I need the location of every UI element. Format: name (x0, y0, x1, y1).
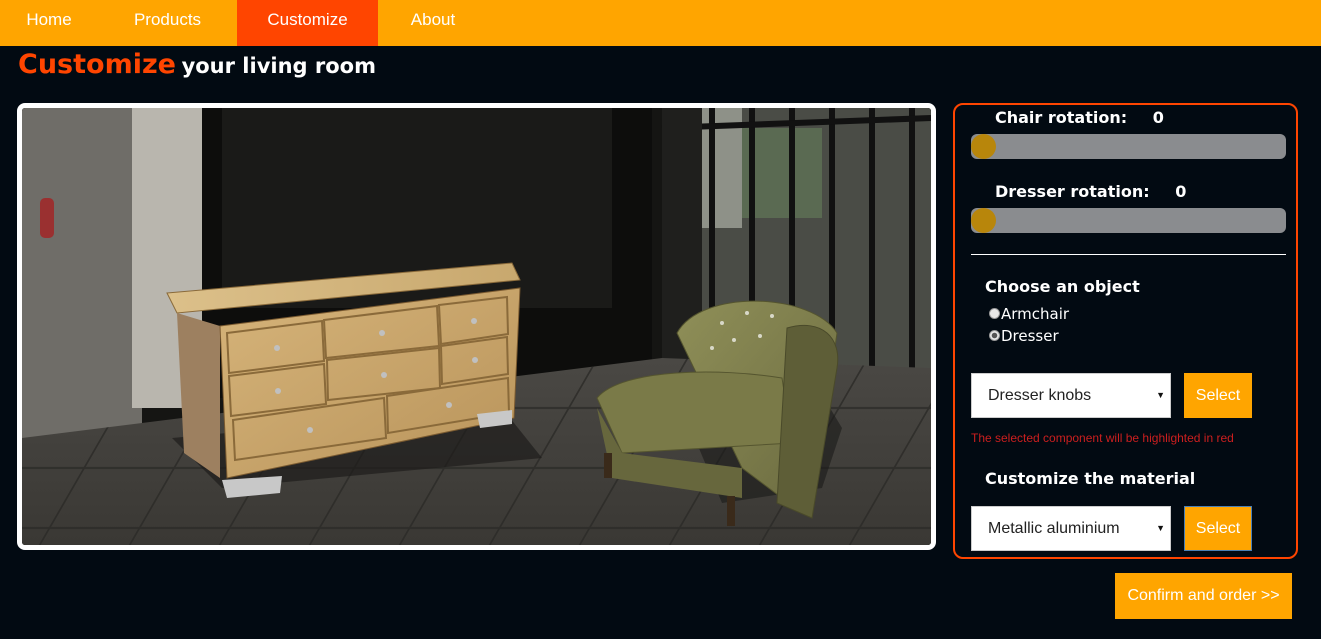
material-select[interactable]: Metallic aluminium ▼ (971, 506, 1171, 551)
radio-dresser-button[interactable] (989, 329, 1000, 341)
top-nav: Home Products Customize About (0, 0, 1321, 46)
page-title-accent: Customize (18, 49, 176, 80)
page-title-rest: your living room (181, 54, 376, 78)
dresser-rotation-label: Dresser rotation: 0 (995, 182, 1186, 201)
material-select-value: Metallic aluminium (988, 520, 1120, 537)
radio-armchair-label: Armchair (1001, 305, 1070, 323)
chair-rotation-label: Chair rotation: 0 (995, 108, 1164, 127)
chevron-down-icon: ▼ (1156, 390, 1165, 400)
page-title: Customize your living room (18, 49, 376, 80)
chair-rotation-value: 0 (1152, 108, 1164, 127)
component-select-button[interactable]: Select (1184, 373, 1252, 418)
radio-armchair[interactable]: Armchair (989, 304, 1069, 324)
dresser-rotation-slider[interactable] (971, 208, 1286, 233)
dresser-rotation-label-text: Dresser rotation: (995, 182, 1150, 201)
confirm-order-button[interactable]: Confirm and order >> (1115, 573, 1292, 619)
nav-products[interactable]: Products (98, 0, 237, 46)
panel-divider (971, 254, 1286, 255)
choose-object-heading: Choose an object (985, 277, 1140, 296)
material-select-button[interactable]: Select (1184, 506, 1252, 551)
chair-rotation-slider[interactable] (971, 134, 1286, 159)
chair-rotation-thumb[interactable] (971, 134, 996, 159)
dresser-rotation-thumb[interactable] (971, 208, 996, 233)
component-select[interactable]: Dresser knobs ▼ (971, 373, 1171, 418)
room-scene (22, 108, 931, 545)
material-heading: Customize the material (985, 469, 1196, 488)
radio-dresser-label: Dresser (1001, 327, 1059, 345)
nav-customize[interactable]: Customize (237, 0, 378, 46)
customize-panel: Chair rotation: 0 Dresser rotation: 0 Ch… (953, 103, 1298, 559)
component-highlight-note: The selected component will be highlight… (971, 431, 1234, 445)
dresser-rotation-value: 0 (1175, 182, 1187, 201)
radio-dresser[interactable]: Dresser (989, 326, 1059, 346)
nav-about[interactable]: About (378, 0, 488, 46)
room-preview-viewport[interactable] (17, 103, 936, 550)
chevron-down-icon: ▼ (1156, 523, 1165, 533)
chair-rotation-label-text: Chair rotation: (995, 108, 1128, 127)
nav-home[interactable]: Home (0, 0, 98, 46)
radio-armchair-button[interactable] (989, 307, 1000, 319)
component-select-value: Dresser knobs (988, 387, 1092, 404)
